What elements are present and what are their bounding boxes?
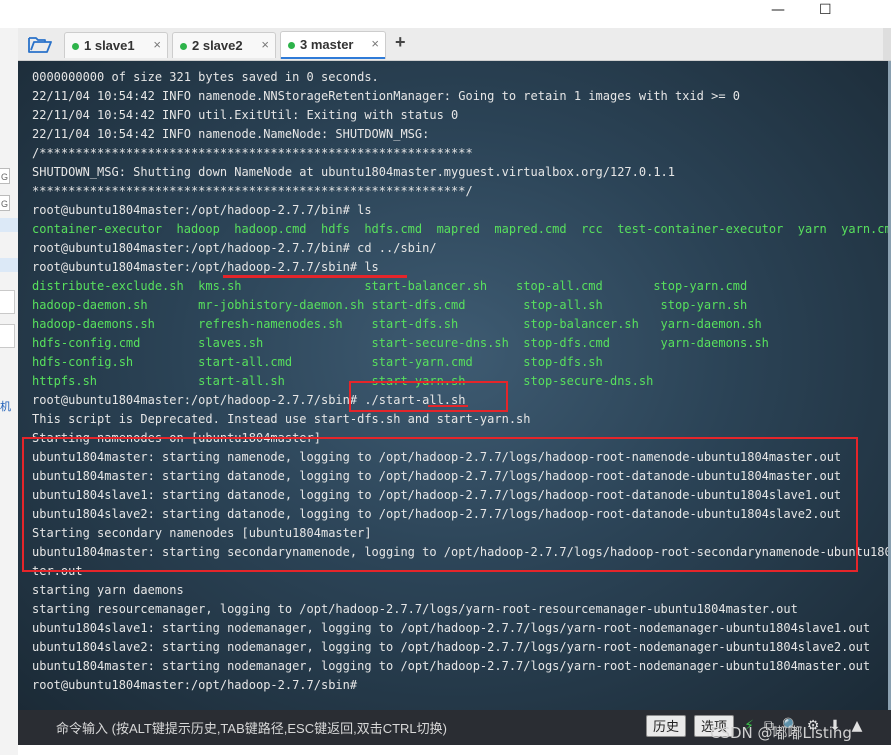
close-icon[interactable]: × bbox=[153, 37, 161, 52]
tab-master[interactable]: 3 master × bbox=[280, 31, 386, 59]
terminal-line: hadoop-daemons.sh refresh-namenodes.sh s… bbox=[32, 317, 762, 331]
terminal-line: ubuntu1804slave2: starting nodemanager, … bbox=[32, 640, 871, 654]
terminal-line: hdfs-config.cmd slaves.sh start-secure-d… bbox=[32, 336, 769, 350]
terminal-line: 22/11/04 10:54:42 INFO namenode.NameNode… bbox=[32, 127, 430, 141]
terminal-line: hadoop-daemon.sh mr-jobhistory-daemon.sh… bbox=[32, 298, 748, 312]
terminal-line: starting resourcemanager, logging to /op… bbox=[32, 602, 798, 616]
left-label: 机 bbox=[0, 401, 11, 413]
terminal-line: /***************************************… bbox=[32, 146, 473, 160]
watermark: CSDN @嘟嘟Listing bbox=[710, 724, 852, 742]
terminal-line: root@ubuntu1804master:/opt/hadoop-2.7.7/… bbox=[32, 678, 358, 692]
terminal-line: ubuntu1804slave1: starting nodemanager, … bbox=[32, 621, 871, 635]
add-tab-icon[interactable]: + bbox=[395, 32, 406, 53]
folder-icon[interactable] bbox=[28, 34, 52, 54]
annotation-underline bbox=[223, 275, 407, 278]
tab-label: 2 slave2 bbox=[192, 38, 243, 53]
left-side-panel: G G 机 bbox=[0, 28, 19, 755]
session-tab-bar: 1 slave1 × 2 slave2 × 3 master × + bbox=[18, 28, 891, 61]
terminal-line: root@ubuntu1804master:/opt/hadoop-2.7.7/… bbox=[32, 241, 437, 255]
maximize-icon[interactable]: ☐ bbox=[819, 2, 832, 18]
minimize-icon[interactable]: — bbox=[771, 2, 785, 18]
terminal-output[interactable]: 0000000000 of size 321 bytes saved in 0 … bbox=[18, 61, 891, 710]
status-dot-icon bbox=[72, 43, 79, 50]
left-mini-chart bbox=[0, 324, 15, 348]
tab-label: 3 master bbox=[300, 37, 354, 52]
left-highlight-row bbox=[0, 218, 18, 232]
left-highlight-row bbox=[0, 258, 18, 272]
bottom-margin bbox=[18, 745, 891, 755]
terminal-line: distribute-exclude.sh kms.sh start-balan… bbox=[32, 279, 748, 293]
left-chip: G bbox=[0, 195, 10, 211]
terminal-line: ****************************************… bbox=[32, 184, 473, 198]
terminal-line: hdfs-config.sh start-all.cmd start-yarn.… bbox=[32, 355, 603, 369]
tab-scroll-handle[interactable] bbox=[883, 28, 891, 60]
command-input-hint[interactable]: 命令输入 (按ALT键提示历史,TAB键路径,ESC键返回,双击CTRL切换) bbox=[56, 718, 447, 737]
tab-slave1[interactable]: 1 slave1 × bbox=[64, 32, 168, 58]
status-dot-icon bbox=[180, 43, 187, 50]
close-icon[interactable]: × bbox=[261, 37, 269, 52]
terminal-line: starting yarn daemons bbox=[32, 583, 184, 597]
left-mini-chart bbox=[0, 290, 15, 314]
terminal-line: container-executor hadoop hadoop.cmd hdf… bbox=[32, 222, 891, 236]
terminal-line: This script is Deprecated. Instead use s… bbox=[32, 412, 531, 426]
terminal-line: ubuntu1804master: starting nodemanager, … bbox=[32, 659, 871, 673]
annotation-box-output bbox=[22, 437, 858, 572]
annotation-box-command bbox=[349, 381, 508, 412]
left-chip: G bbox=[0, 168, 10, 184]
tab-label: 1 slave1 bbox=[84, 38, 135, 53]
terminal-line: 0000000000 of size 321 bytes saved in 0 … bbox=[32, 70, 379, 84]
window-controls: — ☐ bbox=[771, 0, 891, 22]
history-button[interactable]: 历史 bbox=[646, 715, 687, 737]
terminal-line: SHUTDOWN_MSG: Shutting down NameNode at … bbox=[32, 165, 675, 179]
terminal-line: 22/11/04 10:54:42 INFO namenode.NNStorag… bbox=[32, 89, 741, 103]
annotation-underline bbox=[428, 405, 468, 407]
tab-slave2[interactable]: 2 slave2 × bbox=[172, 32, 276, 58]
status-dot-icon bbox=[288, 42, 295, 49]
terminal-line: root@ubuntu1804master:/opt/hadoop-2.7.7/… bbox=[32, 260, 379, 274]
close-icon[interactable]: × bbox=[371, 36, 379, 51]
terminal-line: root@ubuntu1804master:/opt/hadoop-2.7.7/… bbox=[32, 203, 372, 217]
terminal-line: 22/11/04 10:54:42 INFO util.ExitUtil: Ex… bbox=[32, 108, 459, 122]
